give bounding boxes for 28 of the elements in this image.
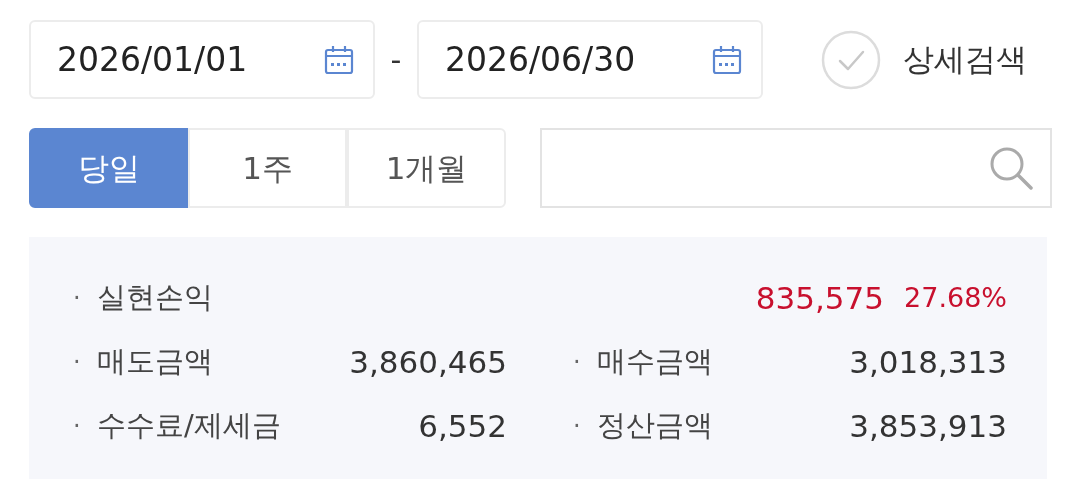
period-tab[interactable]: 1주 [188, 128, 347, 208]
summary-label: 수수료/제세금 [97, 407, 281, 445]
bullet: · [73, 283, 82, 314]
detail-search-label[interactable]: 상세검색 [903, 36, 1027, 83]
bullet: · [73, 411, 82, 442]
summary-label: 매도금액 [97, 343, 213, 381]
calendar-icon[interactable] [323, 43, 355, 76]
summary-value: 3,860,465 [349, 342, 507, 382]
period-tab[interactable]: 1개월 [347, 128, 506, 208]
check-circle-icon[interactable] [821, 29, 881, 90]
summary-value: 3,853,913 [849, 406, 1007, 446]
summary-value: 6,552 [418, 406, 507, 446]
summary-label: 매수금액 [597, 343, 713, 381]
profit-amount: 835,575 [755, 278, 885, 318]
search-field[interactable] [540, 128, 1052, 208]
search-icon[interactable] [988, 145, 1034, 191]
bullet: · [73, 347, 82, 378]
end-date-field[interactable]: 2026/06/30 [417, 20, 763, 99]
period-tab[interactable]: 당일 [29, 128, 188, 208]
bullet: · [573, 347, 582, 378]
profit-rate: 27.68% [904, 280, 1007, 315]
start-date-field[interactable]: 2026/01/01 [29, 20, 375, 99]
summary-value: 3,018,313 [849, 342, 1007, 382]
date-separator: - [389, 41, 403, 79]
bullet: · [573, 411, 582, 442]
summary-label: 정산금액 [597, 407, 713, 445]
calendar-icon[interactable] [711, 43, 743, 76]
summary-label: 실현손익 [97, 279, 213, 317]
